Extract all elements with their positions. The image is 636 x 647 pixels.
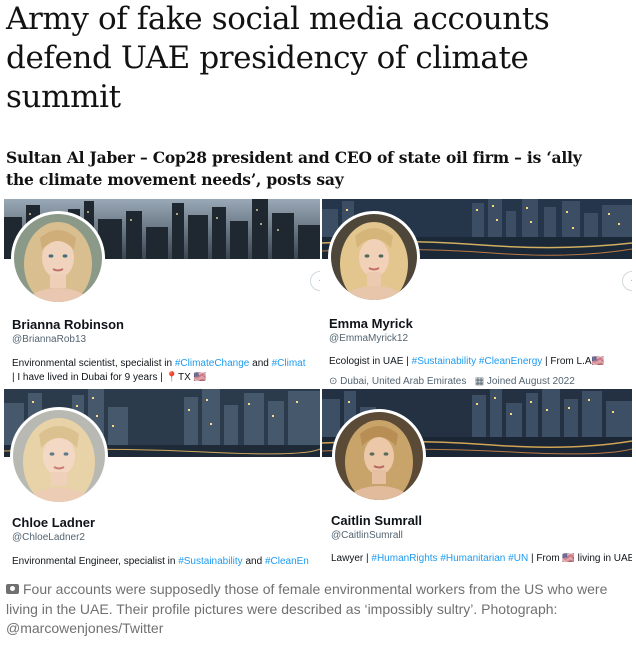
- profile-name: Emma Myrick: [329, 316, 413, 331]
- profile-card-brianna: · Brianna Robinson @BriannaRob13 Environ…: [4, 199, 320, 387]
- hashtag-link[interactable]: #HumanRights: [371, 553, 437, 564]
- profile-bio: Environmental scientist, specialist in #…: [12, 357, 318, 371]
- avatar[interactable]: [332, 409, 426, 503]
- image-caption: Four accounts were supposedly those of f…: [6, 580, 630, 639]
- bio-text: | From L.A🇺🇸: [542, 356, 605, 367]
- calendar-icon: ▦: [474, 376, 485, 386]
- bio-text: | From 🇺🇸 living in UAE: [528, 553, 632, 564]
- profile-handle: @CaitlinSumrall: [331, 530, 403, 541]
- profile-card-caitlin: Caitlin Sumrall @CaitlinSumrall Lawyer |…: [322, 389, 632, 574]
- profile-joined: Joined August 2022: [486, 376, 575, 386]
- profile-meta: ⊙ Dubai, United Arab Emirates ▦ Joined A…: [329, 376, 629, 386]
- location-pin-icon: ⊙: [329, 376, 338, 386]
- profile-name: Chloe Ladner: [12, 515, 96, 530]
- profile-bio: Ecologist in UAE | #Sustainability #Clea…: [329, 355, 629, 369]
- profile-handle: @ChloeLadner2: [12, 532, 85, 543]
- hashtag-link[interactable]: #Humanitarian: [440, 553, 505, 564]
- article-headline: Army of fake social media accounts defen…: [6, 1, 550, 115]
- avatar[interactable]: [10, 407, 108, 505]
- camera-icon: [6, 584, 19, 594]
- bio-text: Environmental Engineer, specialist in: [12, 556, 179, 567]
- bio-text: and: [242, 556, 265, 567]
- profile-bio: Lawyer | #HumanRights #Humanitarian #UN …: [331, 552, 632, 566]
- profile-name: Brianna Robinson: [12, 317, 124, 332]
- hashtag-link[interactable]: #Sustainability: [178, 556, 242, 567]
- profile-handle: @EmmaMyrick12: [329, 333, 409, 344]
- hashtag-link[interactable]: #CleanEn: [265, 556, 309, 567]
- profile-bio-line-2: | I have lived in Dubai for 9 years | 📍T…: [12, 372, 207, 383]
- article-standfirst: Sultan Al Jaber – Cop28 president and CE…: [6, 148, 582, 189]
- hashtag-link[interactable]: #ClimateChange: [175, 358, 250, 369]
- avatar[interactable]: [328, 211, 420, 303]
- more-options-icon[interactable]: ·: [622, 271, 632, 291]
- profile-card-emma: · Emma Myrick @EmmaMyrick12 Ecologist in…: [322, 199, 632, 387]
- profile-handle: @BriannaRob13: [12, 334, 87, 345]
- more-options-icon[interactable]: ·: [310, 271, 320, 291]
- profile-name: Caitlin Sumrall: [331, 513, 423, 528]
- profile-bio: Environmental Engineer, specialist in #S…: [12, 555, 318, 569]
- hashtag-link[interactable]: #UN: [508, 553, 528, 564]
- profile-screenshots-composite: · Brianna Robinson @BriannaRob13 Environ…: [4, 199, 632, 574]
- caption-text: Four accounts were supposedly those of f…: [6, 581, 608, 636]
- hashtag-link[interactable]: #Sustainability: [412, 356, 476, 367]
- hashtag-link[interactable]: #Climat: [272, 358, 306, 369]
- bio-text: Ecologist in UAE |: [329, 356, 412, 367]
- profile-location: Dubai, United Arab Emirates: [340, 376, 467, 386]
- avatar[interactable]: [11, 211, 105, 305]
- profile-card-chloe: Chloe Ladner @ChloeLadner2 Environmental…: [4, 389, 320, 574]
- hashtag-link[interactable]: #CleanEnergy: [479, 356, 542, 367]
- bio-text: Lawyer |: [331, 553, 372, 564]
- bio-text: Environmental scientist, specialist in: [12, 358, 175, 369]
- bio-text: and: [249, 358, 272, 369]
